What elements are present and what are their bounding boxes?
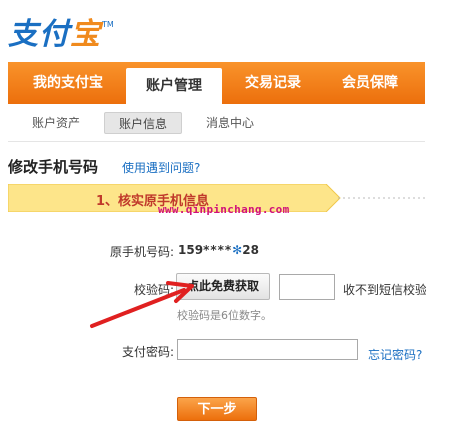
next-step-button[interactable]: 下一步 bbox=[177, 397, 257, 421]
logo-tm: TM bbox=[102, 20, 114, 29]
tab-transactions[interactable]: 交易记录 bbox=[230, 62, 316, 104]
sub-nav: 账户资产 账户信息 消息中心 bbox=[8, 104, 425, 142]
verification-code-input[interactable] bbox=[279, 274, 335, 300]
pay-password-input[interactable] bbox=[177, 339, 358, 360]
tab-my-alipay[interactable]: 我的支付宝 bbox=[18, 62, 118, 104]
phone-label: 原手机号码: bbox=[109, 245, 174, 259]
main-nav: 我的支付宝 账户管理 交易记录 会员保障 bbox=[8, 62, 425, 104]
code-hint: 校验码是6位数字。 bbox=[177, 309, 272, 322]
page-title: 修改手机号码 bbox=[8, 158, 99, 176]
step-dotted-line bbox=[338, 197, 426, 199]
phone-prefix: 159 bbox=[178, 243, 204, 257]
phone-number: 159****✻28 bbox=[178, 243, 259, 257]
tab-member-protection[interactable]: 会员保障 bbox=[322, 62, 418, 104]
pay-password-label: 支付密码: bbox=[121, 345, 174, 359]
get-code-button[interactable]: 点此免费获取 bbox=[176, 273, 270, 300]
phone-mask: **** bbox=[203, 243, 233, 257]
subnav-item-assets[interactable]: 账户资产 bbox=[20, 112, 92, 134]
code-label: 校验码: bbox=[133, 283, 174, 297]
phone-suffix: 28 bbox=[242, 243, 259, 257]
watermark-text: www.qinpinchang.com bbox=[158, 203, 290, 216]
logo-text-accent: 宝 bbox=[70, 17, 101, 52]
tab-account-management[interactable]: 账户管理 bbox=[126, 68, 222, 104]
alipay-logo: 支付宝 TM bbox=[8, 18, 114, 54]
phone-watermark-icon: ✻ bbox=[232, 243, 243, 257]
subnav-item-messages[interactable]: 消息中心 bbox=[194, 112, 266, 134]
logo-text-main: 支付 bbox=[8, 17, 70, 52]
subnav-item-account-info[interactable]: 账户信息 bbox=[104, 112, 182, 134]
no-sms-link[interactable]: 收不到短信校验 bbox=[343, 281, 426, 298]
forgot-password-link[interactable]: 忘记密码? bbox=[368, 346, 422, 363]
help-link[interactable]: 使用遇到问题? bbox=[122, 159, 200, 176]
